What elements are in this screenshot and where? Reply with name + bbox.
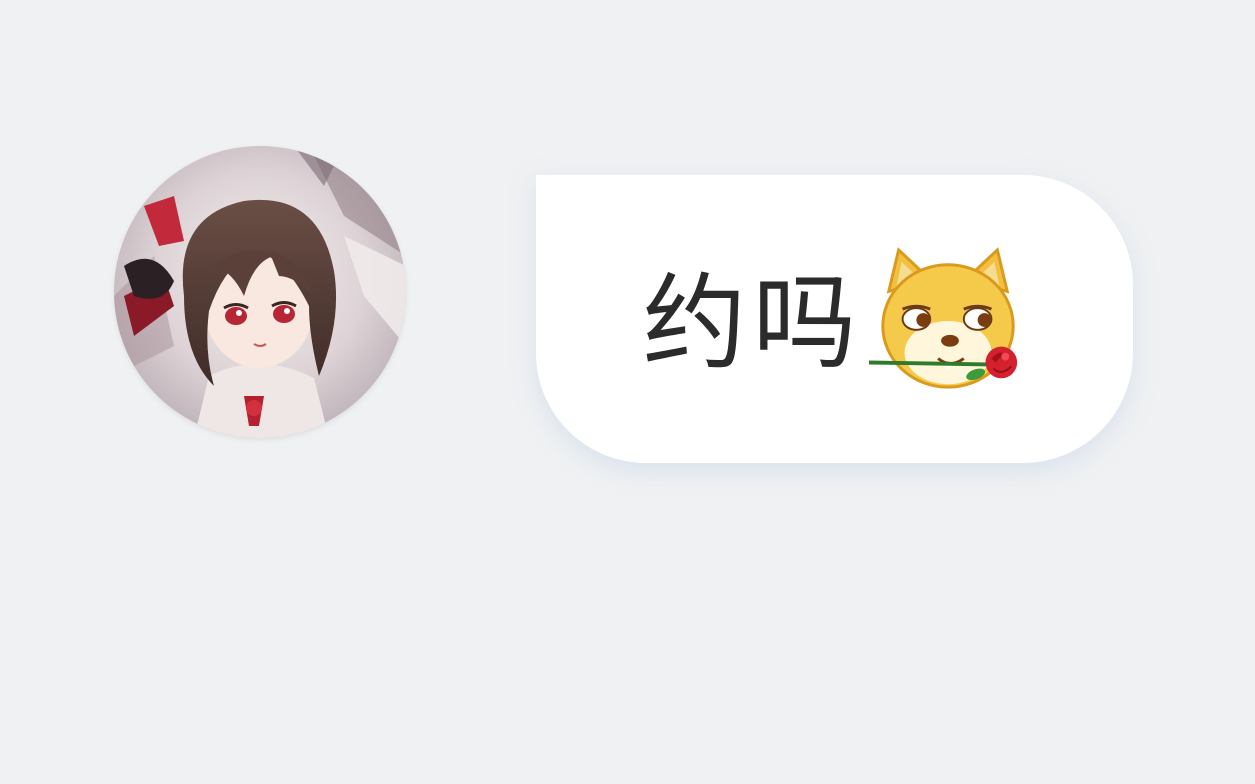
message-bubble[interactable]: 约吗 [536,175,1133,463]
anime-girl-avatar-icon [114,146,406,438]
user-avatar[interactable] [114,146,406,438]
doge-holding-rose-icon [868,242,1027,400]
chat-area: 约吗 [0,0,1255,784]
message-text: 约吗 [642,262,863,384]
